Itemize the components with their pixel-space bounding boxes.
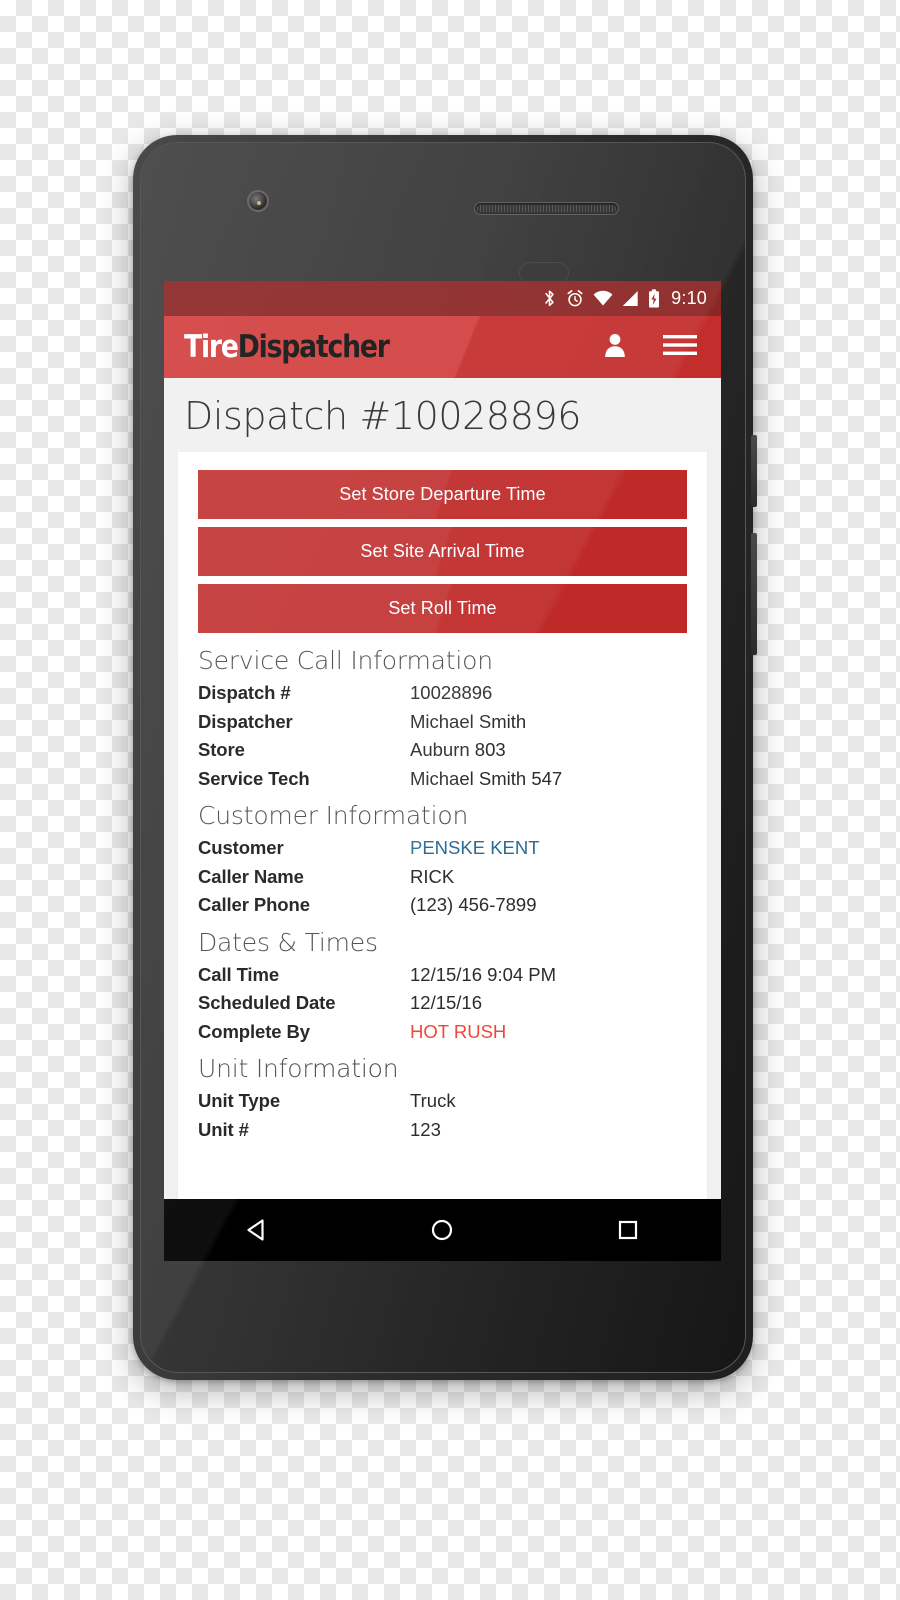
detail-row: Store Auburn 803 <box>198 739 687 760</box>
home-circle-icon[interactable] <box>397 1199 487 1261</box>
detail-sections: Service Call Information Dispatch # 100288… <box>198 646 687 1139</box>
detail-label: Call Time <box>198 963 280 985</box>
android-navigation-bar <box>164 1199 721 1261</box>
detail-label: Unit # <box>198 1118 249 1140</box>
detail-row: Complete By HOT RUSH <box>198 1020 687 1042</box>
action-button-1[interactable]: Set Site Arrival Time <box>198 527 687 576</box>
detail-value: 12/15/16 9:04 PM <box>410 963 557 985</box>
phone-screen: 9:10 TireDispatcher Dispatch #10028896 S… <box>164 281 721 1261</box>
app-logo[interactable]: TireDispatcher <box>184 329 390 365</box>
earpiece-speaker <box>474 202 619 215</box>
person-icon[interactable] <box>603 332 627 363</box>
section-heading: Unit Information <box>198 1054 399 1083</box>
bluetooth-icon <box>542 289 557 308</box>
section-rows: Dispatch # 10028896 Dispatcher Michael Smit… <box>198 682 687 789</box>
detail-value: 10028896 <box>410 682 493 703</box>
detail-value: HOT RUSH <box>410 1020 507 1042</box>
detail-value: Michael Smith <box>410 710 527 732</box>
section-rows: Unit Type Truck Unit # 123 <box>198 1090 687 1140</box>
detail-row: Scheduled Date 12/15/16 <box>198 992 687 1013</box>
action-button-0[interactable]: Set Store Departure Time <box>198 470 687 519</box>
recents-square-icon[interactable] <box>583 1199 673 1261</box>
detail-row: Unit # 123 <box>198 1118 687 1140</box>
detail-value: (123) 456-7899 <box>410 894 537 915</box>
detail-label: Customer <box>198 837 284 858</box>
detail-row: Dispatcher Michael Smith <box>198 710 687 732</box>
action-button-group: Set Store Departure Time Set Site Arrival… <box>198 470 687 633</box>
dispatch-detail-card: Set Store Departure Time Set Site Arrival… <box>178 452 707 1252</box>
logo-text-tire: Tire <box>184 329 239 365</box>
detail-row: Caller Name RICK <box>198 865 687 887</box>
detail-label: Dispatch # <box>198 682 291 703</box>
app-bar: TireDispatcher <box>164 316 721 378</box>
action-button-2[interactable]: Set Roll Time <box>198 584 687 633</box>
detail-value: Truck <box>410 1090 456 1111</box>
back-triangle-icon[interactable] <box>212 1199 302 1261</box>
section-rows: Customer PENSKE KENT Caller Name RICK Caller… <box>198 837 687 915</box>
detail-row: Call Time 12/15/16 9:04 PM <box>198 963 687 985</box>
detail-value: Auburn 803 <box>410 739 506 760</box>
detail-row: Caller Phone (123) 456-7899 <box>198 894 687 915</box>
detail-value: RICK <box>410 865 455 887</box>
section-rows: Call Time 12/15/16 9:04 PM Scheduled Date 1… <box>198 963 687 1042</box>
detail-value-link[interactable]: PENSKE KENT <box>410 838 540 858</box>
power-button[interactable] <box>751 435 757 507</box>
volume-button[interactable] <box>751 533 757 655</box>
detail-label: Scheduled Date <box>198 992 336 1013</box>
page-content: Dispatch # 10028896 Set Store Departure T… <box>164 378 721 1261</box>
section-heading: Dates & Times <box>198 927 378 957</box>
detail-row: Customer PENSKE KENT <box>198 837 687 858</box>
detail-label: Unit Type <box>198 1090 281 1111</box>
android-status-bar: 9:10 <box>164 281 721 316</box>
detail-label: Service Tech <box>198 767 310 789</box>
detail-label: Complete By <box>198 1020 310 1042</box>
logo-text-dispatcher: Dispatcher <box>237 329 390 365</box>
detail-value: 12/15/16 <box>410 992 483 1013</box>
page-title: Dispatch #10028896 <box>184 394 582 438</box>
phone-device: 9:10 TireDispatcher Dispatch #10028896 S… <box>133 135 757 1380</box>
hamburger-menu-icon[interactable] <box>663 333 697 362</box>
wifi-icon <box>593 290 613 307</box>
detail-value: Michael Smith 547 <box>410 767 563 789</box>
detail-label: Store <box>198 739 245 760</box>
status-bar-clock: 9:10 <box>671 288 707 308</box>
detail-row: Service Tech Michael Smith 547 <box>198 767 687 789</box>
detail-label: Dispatcher <box>198 710 293 732</box>
section-heading: Service Call Information <box>198 646 493 675</box>
detail-row: Dispatch # 10028896 <box>198 682 687 703</box>
detail-row: Unit Type Truck <box>198 1090 687 1111</box>
battery-charging-icon <box>648 289 660 308</box>
detail-value: 123 <box>410 1118 441 1140</box>
cell-signal-icon <box>622 290 639 307</box>
detail-label: Caller Phone <box>198 894 310 915</box>
detail-label: Caller Name <box>198 865 304 887</box>
section-heading: Customer Information <box>198 801 469 830</box>
phone-bezel: 9:10 TireDispatcher Dispatch #10028896 S… <box>140 142 746 1373</box>
front-camera-icon <box>247 190 269 212</box>
alarm-icon <box>566 289 584 308</box>
